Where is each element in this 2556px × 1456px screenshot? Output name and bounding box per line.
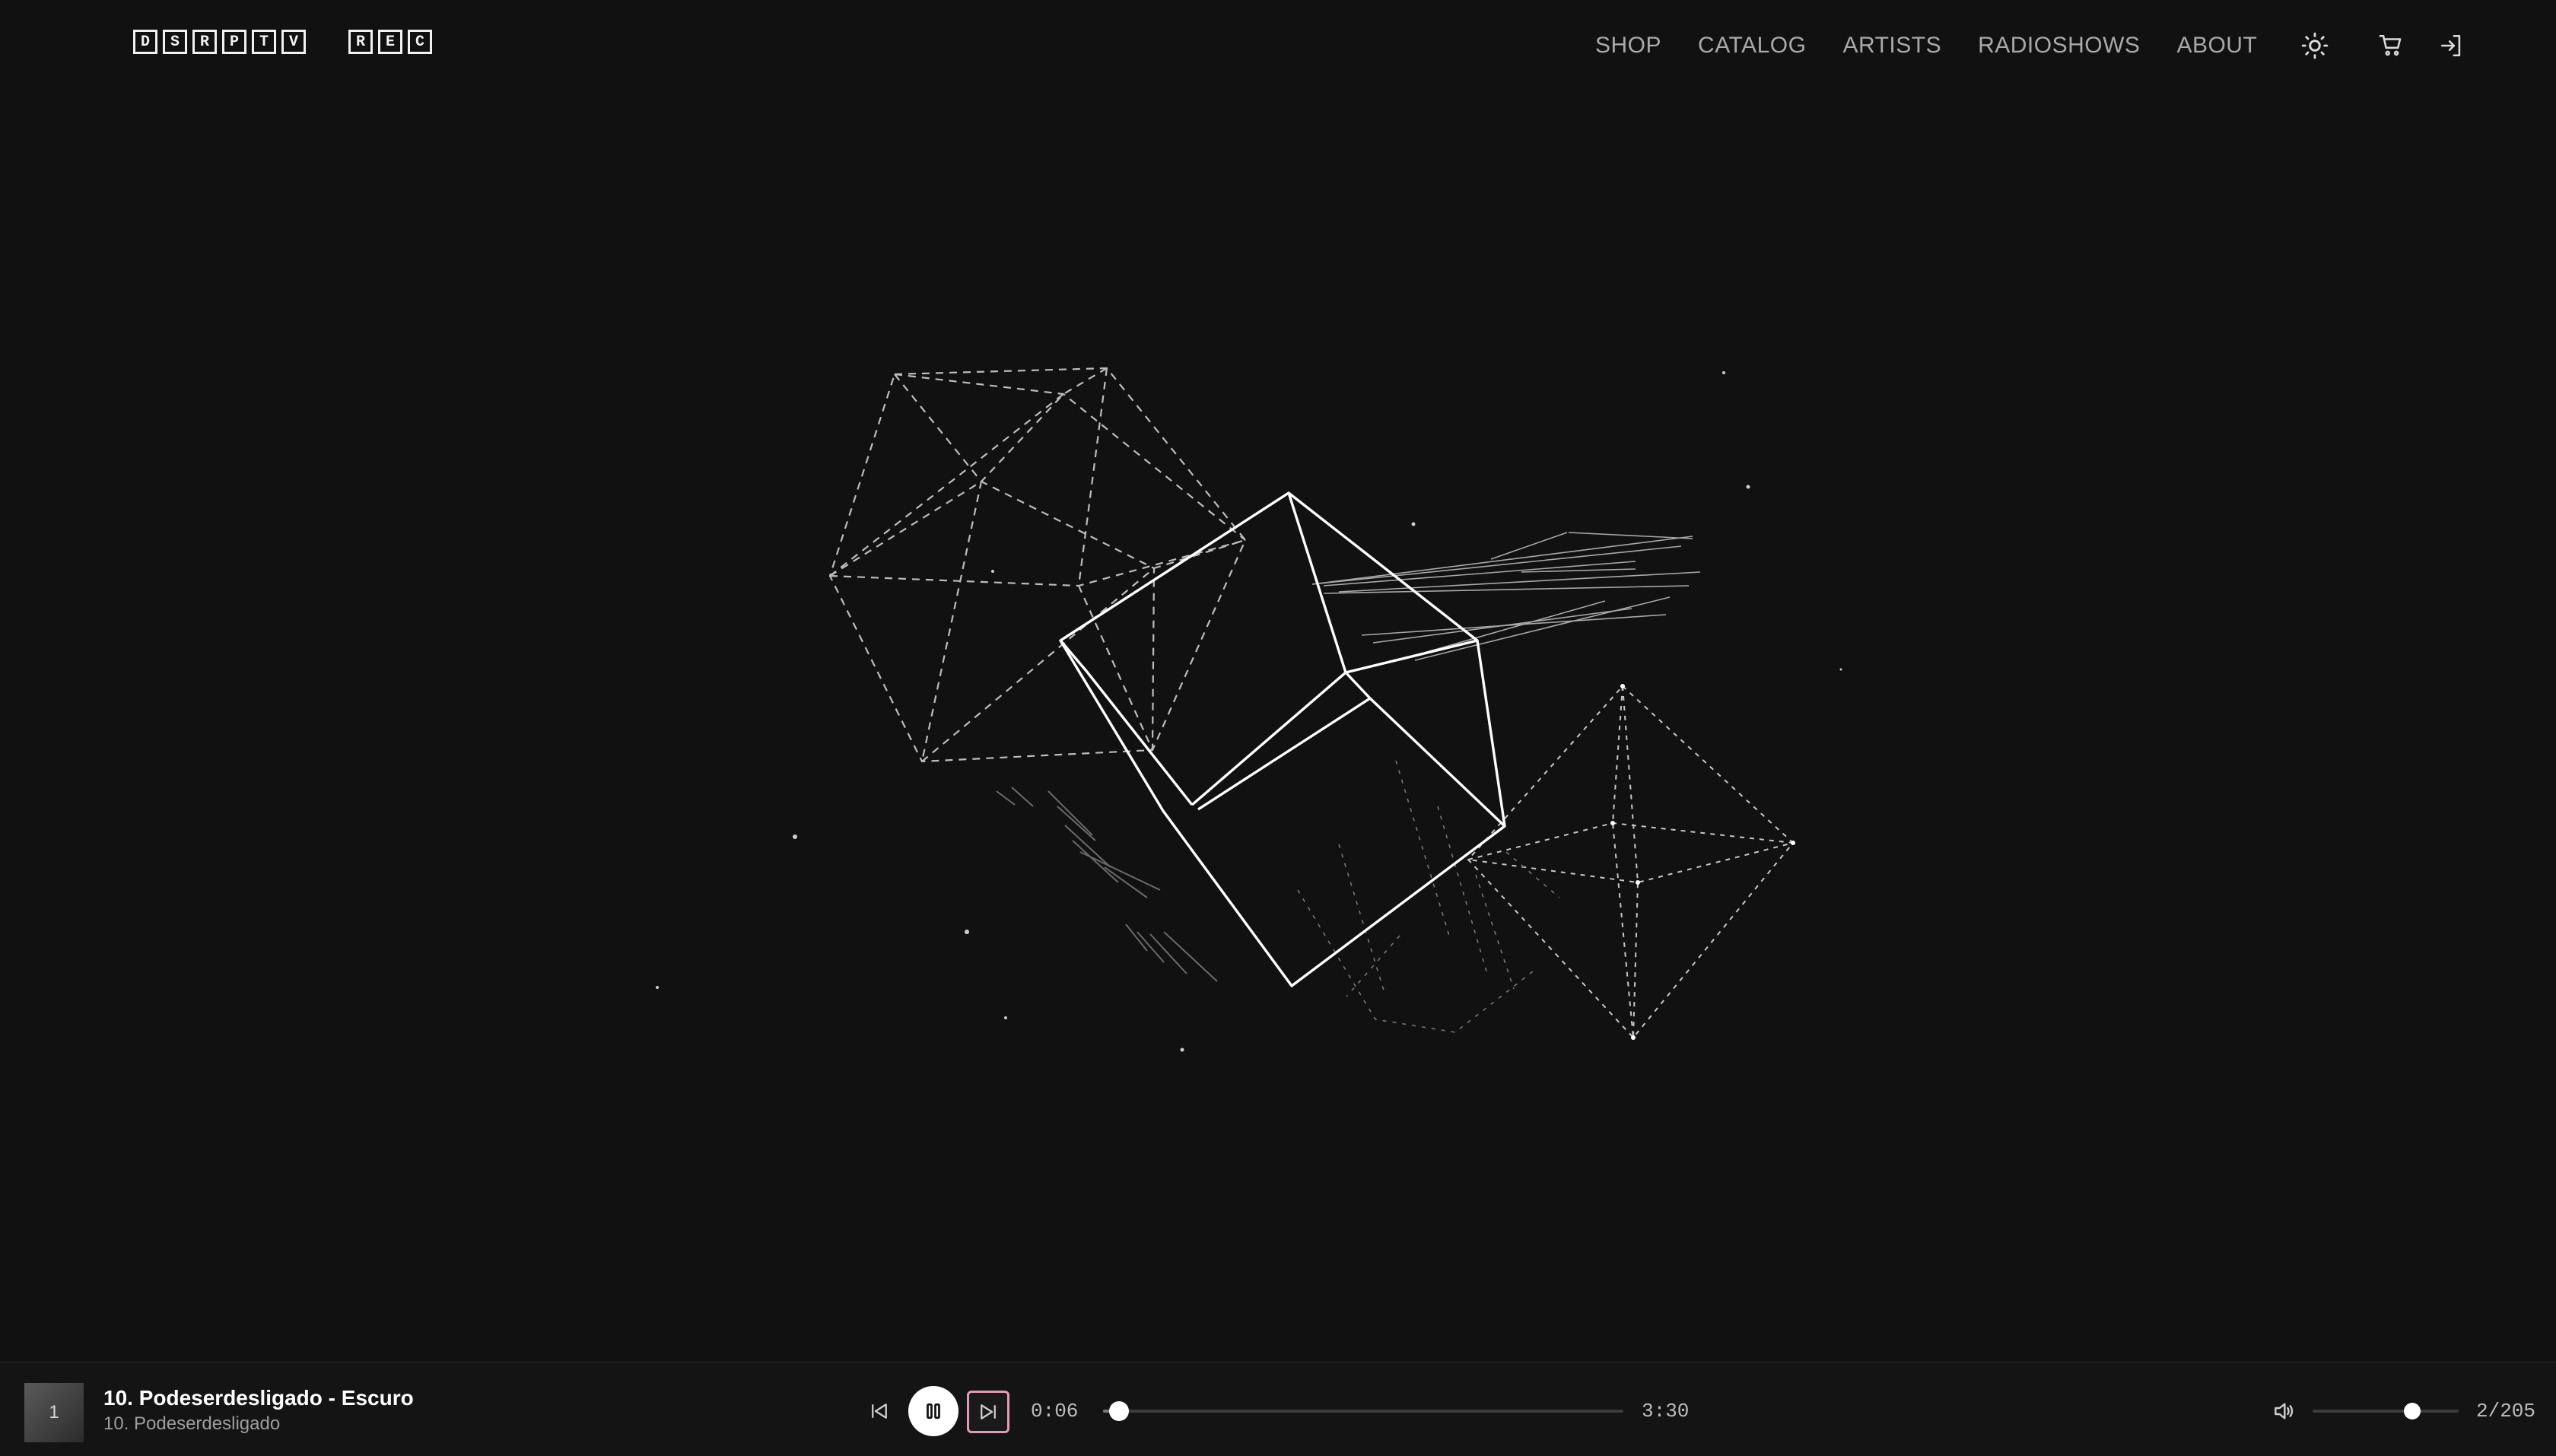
play-pause-button[interactable]	[908, 1386, 958, 1436]
volume-slider[interactable]	[2313, 1410, 2459, 1413]
playlist-position: 2/205	[2476, 1400, 2536, 1423]
solid-cube	[1059, 491, 1506, 987]
hatch-marks	[996, 787, 1218, 982]
volume-handle[interactable]	[2403, 1403, 2421, 1419]
starfield	[656, 371, 1842, 1052]
previous-button[interactable]	[864, 1396, 895, 1426]
volume-icon	[2275, 1403, 2294, 1419]
current-time: 0:06	[1031, 1400, 1079, 1423]
progress-bar[interactable]	[1103, 1410, 1623, 1413]
streak-lines	[1311, 532, 1701, 663]
skip-back-icon	[872, 1404, 887, 1419]
pause-icon	[927, 1403, 940, 1419]
next-button[interactable]	[967, 1391, 1009, 1433]
cover-label: 1	[49, 1402, 59, 1423]
dashed-octahedron	[1467, 685, 1795, 1039]
track-title[interactable]: 10. Podeserdesligado - Escuro	[103, 1386, 414, 1410]
album-cover[interactable]: 1	[24, 1383, 84, 1442]
track-subtitle[interactable]: 10. Podeserdesligado	[103, 1413, 280, 1435]
dashed-icosahedron	[828, 367, 1247, 763]
volume-button[interactable]	[2268, 1396, 2299, 1426]
duration: 3:30	[1642, 1400, 1690, 1423]
skip-forward-icon	[981, 1404, 996, 1419]
player-bar: 1 10. Podeserdesligado - Escuro 10. Pode…	[0, 1362, 2556, 1456]
wireframe-visual	[656, 367, 1842, 1052]
progress-handle[interactable]	[1108, 1401, 1129, 1421]
